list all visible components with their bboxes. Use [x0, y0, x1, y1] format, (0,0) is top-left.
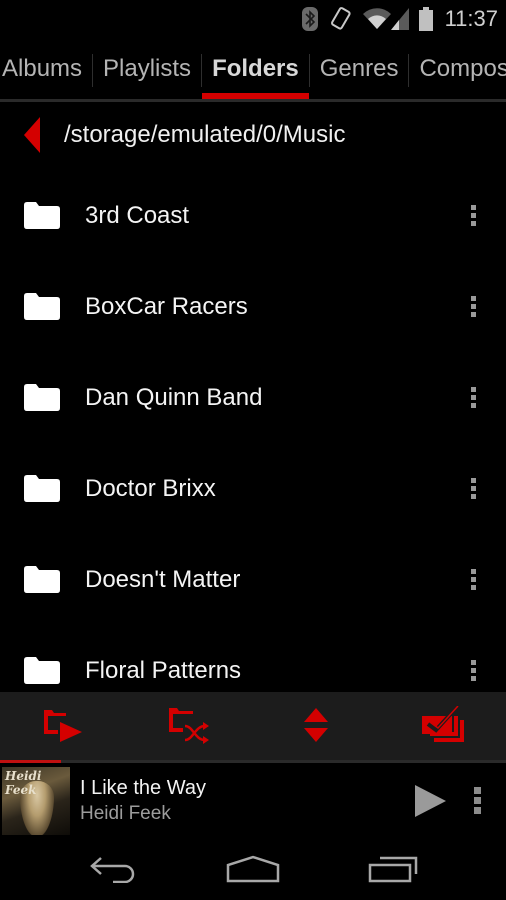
folder-name: Doctor Brixx	[85, 474, 216, 502]
more-options-icon[interactable]	[453, 196, 493, 236]
more-options-icon[interactable]	[453, 378, 493, 418]
folder-item[interactable]: BoxCar Racers	[0, 261, 506, 352]
tab-label: Playlists	[103, 55, 192, 82]
multi-select-check-icon	[421, 706, 464, 742]
battery-icon	[418, 7, 433, 31]
album-art-title: Heidi Feek	[5, 768, 42, 797]
folder-icon	[24, 566, 60, 593]
play-folder-button[interactable]	[0, 692, 127, 760]
folder-shuffle-icon	[168, 708, 209, 744]
folder-name: BoxCar Racers	[85, 292, 248, 320]
folder-name: 3rd Coast	[85, 201, 190, 229]
parent-folder-button[interactable]	[0, 110, 64, 160]
tab-label: Albums	[2, 55, 83, 82]
nav-recents-button[interactable]	[323, 838, 463, 900]
library-tabs: Albums Playlists Folders Genres Composer…	[0, 40, 506, 102]
more-options-icon[interactable]	[453, 651, 493, 691]
folder-icon	[24, 293, 60, 320]
triangle-left-icon	[24, 117, 40, 153]
bluetooth-icon	[301, 7, 318, 31]
folder-item[interactable]: Dan Quinn Band	[0, 352, 506, 443]
folder-action-bar	[0, 692, 506, 760]
folder-item[interactable]: 3rd Coast	[0, 170, 506, 261]
tab-label: Composers	[419, 55, 506, 82]
tab-folders[interactable]: Folders	[202, 40, 309, 99]
folder-item[interactable]: Doesn't Matter	[0, 534, 506, 625]
folder-item[interactable]: Doctor Brixx	[0, 443, 506, 534]
tab-composers[interactable]: Composers	[409, 40, 506, 98]
track-artist: Heidi Feek	[80, 802, 171, 824]
tab-genres[interactable]: Genres	[310, 40, 409, 98]
folder-icon	[24, 202, 60, 229]
now-playing-more-options-icon[interactable]	[462, 781, 492, 821]
cell-signal-icon	[390, 8, 409, 30]
now-playing-bar[interactable]: Heidi Feek I Like the Way Heidi Feek	[0, 763, 506, 838]
current-path: /storage/emulated/0/Music	[64, 121, 346, 148]
more-options-icon[interactable]	[453, 469, 493, 509]
folder-play-icon	[44, 710, 83, 742]
nav-back-button[interactable]	[43, 838, 183, 900]
folder-icon	[24, 475, 60, 502]
nav-home-button[interactable]	[183, 838, 323, 900]
play-icon	[415, 784, 446, 817]
sort-button[interactable]	[253, 692, 380, 760]
back-arrow-icon	[90, 857, 135, 883]
folder-list: 3rd Coast BoxCar Racers Dan Quinn Band D…	[0, 170, 506, 692]
folder-icon	[24, 657, 60, 684]
folder-name: Doesn't Matter	[85, 565, 241, 593]
multi-select-button[interactable]	[380, 692, 506, 760]
track-title: I Like the Way	[80, 776, 206, 799]
status-bar: 11:37	[0, 0, 506, 38]
tab-albums[interactable]: Albums	[0, 40, 92, 98]
recent-apps-icon	[368, 856, 418, 883]
home-icon	[226, 855, 280, 883]
tab-playlists[interactable]: Playlists	[93, 40, 201, 98]
folder-name: Dan Quinn Band	[85, 383, 263, 411]
wifi-icon	[362, 8, 391, 30]
tab-label: Genres	[319, 55, 399, 82]
folder-icon	[24, 384, 60, 411]
system-nav-bar	[0, 838, 506, 900]
more-options-icon[interactable]	[453, 287, 493, 327]
tab-label: Folders	[212, 55, 299, 82]
folder-path-bar: /storage/emulated/0/Music	[0, 110, 506, 160]
track-info: I Like the Way Heidi Feek	[80, 775, 410, 827]
shuffle-folder-button[interactable]	[127, 692, 254, 760]
folder-item[interactable]: Floral Patterns	[0, 625, 506, 692]
screen-rotation-icon	[330, 7, 351, 30]
more-options-icon[interactable]	[453, 560, 493, 600]
play-button[interactable]	[410, 781, 450, 821]
clock: 11:37	[444, 6, 498, 31]
sort-up-down-icon	[304, 708, 329, 742]
album-art[interactable]: Heidi Feek	[2, 766, 70, 835]
folder-name: Floral Patterns	[85, 656, 242, 684]
